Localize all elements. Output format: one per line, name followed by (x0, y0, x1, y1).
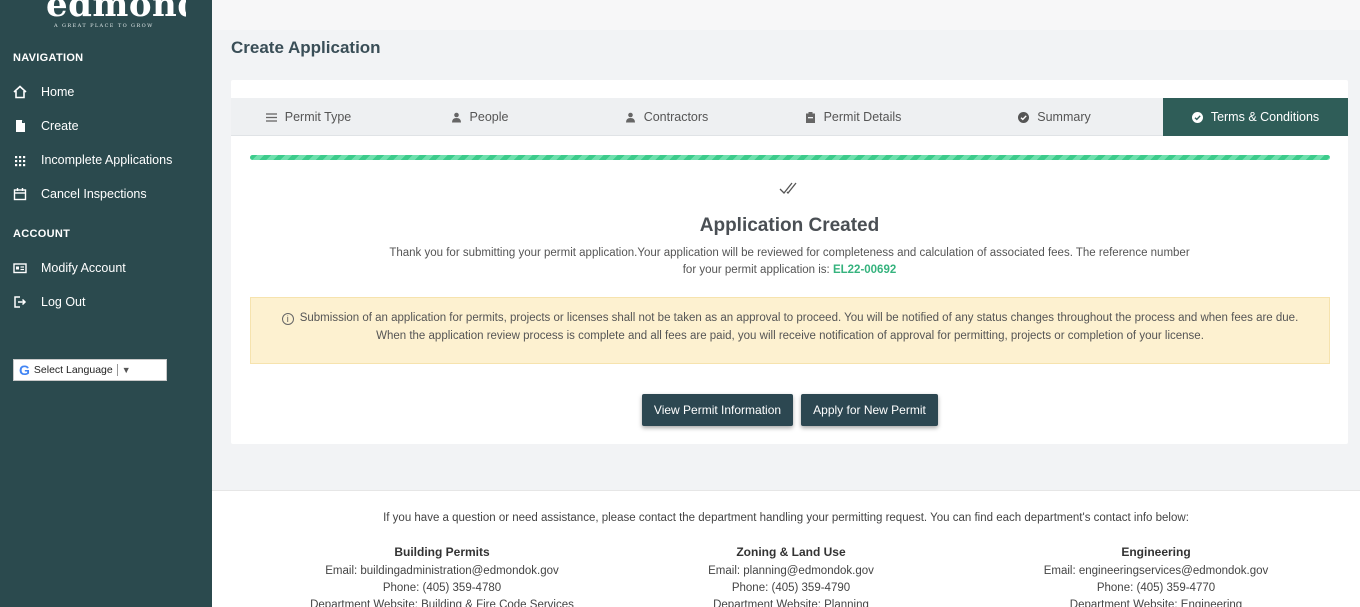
application-created-title: Application Created (699, 215, 880, 236)
sidebar: edmond A GREAT PLACE TO GROW NAVIGATION … (0, 0, 212, 607)
reference-number: EL22-00692 (832, 264, 897, 276)
double-check-icon (779, 182, 797, 194)
department-email[interactable]: Email: buildingadministration@edmondok.g… (272, 563, 612, 580)
application-card: Permit Type People Contractors Permit De… (231, 80, 1348, 444)
confirmation-text-line2: for your permit application is: (682, 264, 830, 276)
department-email[interactable]: Email: engineeringservices@edmondok.gov (986, 563, 1326, 580)
tab-terms-conditions[interactable]: Terms & Conditions (1163, 98, 1348, 136)
tab-label: Permit Details (823, 110, 902, 124)
department-zoning-land-use: Zoning & Land Use Email: planning@edmond… (621, 544, 961, 607)
department-name: Zoning & Land Use (736, 545, 846, 559)
clipboard-icon (805, 111, 816, 123)
department-building-permits: Building Permits Email: buildingadminist… (272, 544, 612, 607)
file-icon (13, 119, 27, 133)
progress-bar (250, 155, 1330, 160)
list-icon (265, 112, 277, 123)
notice-banner: i Submission of an application for permit… (250, 297, 1330, 364)
chevron-down-icon: ▼ (121, 365, 131, 375)
tab-permit-type[interactable]: Permit Type (231, 98, 386, 136)
department-website[interactable]: Department Website: Engineering (986, 597, 1326, 607)
sidebar-item-incomplete-applications[interactable]: Incomplete Applications (13, 150, 172, 170)
footer: If you have a question or need assistanc… (212, 490, 1360, 607)
department-website[interactable]: Department Website: Planning (621, 597, 961, 607)
id-card-icon (13, 261, 27, 275)
tab-contractors[interactable]: Contractors (573, 98, 760, 136)
tab-label: People (469, 110, 509, 124)
department-name: Building Permits (394, 545, 490, 559)
sidebar-item-label: Modify Account (41, 261, 126, 275)
notice-text-line1: Submission of an application for permits… (299, 312, 1299, 324)
department-name: Engineering (1121, 545, 1191, 559)
top-bar (212, 0, 1360, 30)
check-circle-icon (1018, 111, 1030, 123)
grid-icon (13, 153, 27, 167)
confirmation-message: Thank you for submitting your permit app… (381, 245, 1198, 279)
tab-label: Permit Type (284, 110, 352, 124)
page-title: Create Application (231, 38, 381, 57)
notice-text-line2: When the application review process is c… (376, 330, 1204, 342)
language-select-label: Select Language (33, 364, 113, 376)
tab-label: Summary (1037, 110, 1091, 124)
sidebar-item-log-out[interactable]: Log Out (13, 292, 85, 312)
tab-label: Terms & Conditions (1210, 110, 1320, 124)
department-engineering: Engineering Email: engineeringservices@e… (986, 544, 1326, 607)
account-header: ACCOUNT (13, 228, 71, 240)
department-phone: Phone: (405) 359-4790 (731, 582, 851, 594)
sidebar-item-create[interactable]: Create (13, 116, 79, 136)
calendar-icon (13, 187, 27, 201)
tab-label: Contractors (643, 110, 709, 124)
person-icon (451, 112, 462, 123)
footer-intro: If you have a question or need assistanc… (383, 512, 1189, 524)
info-icon: i (281, 313, 294, 325)
home-icon (13, 85, 27, 99)
sidebar-item-label: Incomplete Applications (41, 153, 173, 167)
apply-for-new-permit-button[interactable]: Apply for New Permit (801, 394, 938, 426)
sidebar-item-modify-account[interactable]: Modify Account (13, 258, 126, 278)
sidebar-item-label: Create (41, 119, 79, 133)
language-select[interactable]: G Select Language ▼ (13, 359, 167, 381)
check-circle-icon (1191, 111, 1203, 123)
google-icon: G (19, 362, 30, 378)
logo-text: edmond (46, 0, 186, 25)
sidebar-item-label: Log Out (41, 295, 86, 309)
logout-icon (13, 295, 27, 309)
department-phone: Phone: (405) 359-4770 (1096, 582, 1216, 594)
logo[interactable]: edmond A GREAT PLACE TO GROW (46, 0, 186, 42)
person-icon (625, 112, 636, 123)
sidebar-item-cancel-inspections[interactable]: Cancel Inspections (13, 184, 147, 204)
department-phone: Phone: (405) 359-4780 (382, 582, 502, 594)
sidebar-item-home[interactable]: Home (13, 82, 74, 102)
sidebar-item-label: Home (41, 85, 75, 99)
tab-people[interactable]: People (386, 98, 573, 136)
tab-permit-details[interactable]: Permit Details (760, 98, 946, 136)
view-permit-information-button[interactable]: View Permit Information (642, 394, 793, 426)
tab-summary[interactable]: Summary (946, 98, 1163, 136)
wizard-tabs: Permit Type People Contractors Permit De… (231, 98, 1348, 136)
divider (116, 364, 118, 376)
nav-header: NAVIGATION (13, 52, 84, 64)
department-website[interactable]: Department Website: Building & Fire Code… (272, 597, 612, 607)
sidebar-item-label: Cancel Inspections (41, 187, 147, 201)
confirmation-text-line1: Thank you for submitting your permit app… (389, 247, 1190, 259)
department-email[interactable]: Email: planning@edmondok.gov (621, 563, 961, 580)
